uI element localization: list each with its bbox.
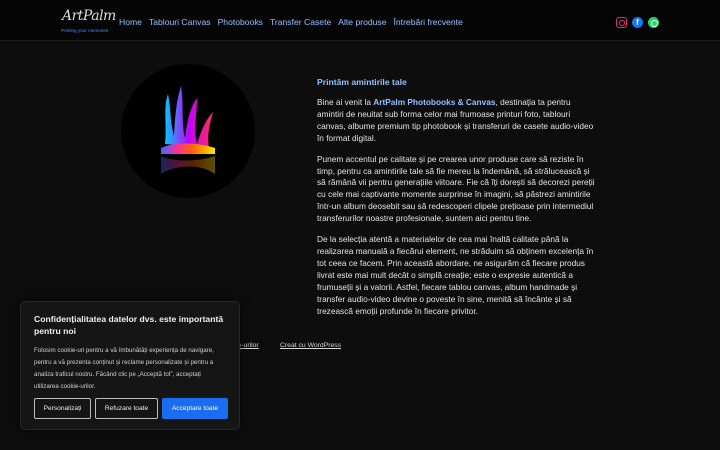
brand-name: ArtPalm Photobooks & Canvas [373, 97, 496, 107]
intro-paragraph: Bine ai venit la ArtPalm Photobooks & Ca… [317, 97, 599, 145]
intro-text-start: Bine ai venit la [317, 97, 374, 107]
nav-tablouri-canvas[interactable]: Tablouri Canvas [149, 17, 211, 27]
customize-button[interactable]: Personalizați [34, 398, 91, 419]
tagline: Printăm amintirile tale [317, 77, 407, 87]
quality-paragraph: Punem accentul pe calitate și pe crearea… [317, 153, 595, 224]
main-content: Printăm amintirile tale Bine ai venit la… [317, 77, 599, 326]
hero-image [121, 64, 255, 198]
paint-splash-illustration [161, 86, 215, 174]
main-nav: Home Tablouri Canvas Photobooks Transfer… [119, 17, 470, 27]
footer-wordpress-link[interactable]: Creat cu WordPress [280, 342, 341, 349]
cookie-buttons: Personalizați Refuzare toate Acceptare t… [34, 398, 228, 419]
nav-home[interactable]: Home [119, 17, 142, 27]
site-header: ArtPalm Printing your memories Home Tabl… [0, 0, 720, 41]
logo-script: ArtPalm [62, 8, 116, 24]
craft-paragraph: De la selecția atentă a materialelor de … [317, 234, 594, 316]
reject-all-button[interactable]: Refuzare toate [95, 398, 158, 419]
instagram-icon[interactable] [616, 17, 627, 28]
accept-all-button[interactable]: Acceptare toate [162, 398, 228, 419]
cookie-title: Confidențialitatea datelor dvs. este imp… [34, 314, 224, 336]
cookie-description: Folosim cookie-uri pentru a vă îmbunătăț… [34, 347, 214, 390]
logo-tagline: Printing your memories [61, 28, 109, 33]
logo[interactable]: ArtPalm Printing your memories [60, 8, 116, 36]
nav-intrebari-frecvente[interactable]: Întrebări frecvente [394, 17, 463, 27]
nav-transfer-casete[interactable]: Transfer Casete [270, 17, 331, 27]
nav-photobooks[interactable]: Photobooks [218, 17, 263, 27]
nav-alte-produse[interactable]: Alte produse [338, 17, 386, 27]
facebook-icon[interactable]: f [632, 17, 643, 28]
cookie-consent-banner: Confidențialitatea datelor dvs. este imp… [20, 301, 240, 430]
whatsapp-icon[interactable] [648, 17, 659, 28]
